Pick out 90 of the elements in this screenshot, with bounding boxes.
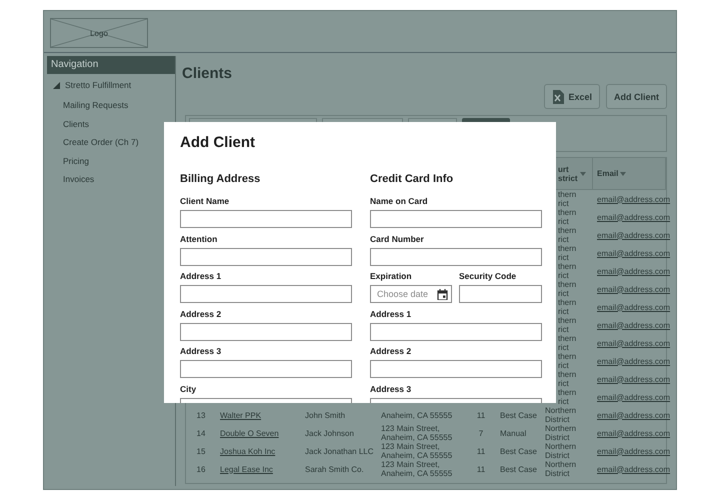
table-cell-text: Northern District [545,442,578,460]
email-link[interactable]: email@address.com [597,266,670,276]
table-cell-text: Northern District [545,460,578,478]
email-link[interactable]: email@address.com [597,230,670,240]
email-link[interactable]: email@address.com [597,410,670,420]
table-cell: Best Case [500,446,537,456]
email-link[interactable]: email@address.com [597,374,670,384]
nav-header: Navigation [47,56,175,74]
table-cell: Manual [500,428,526,438]
email-link[interactable]: email@address.com [597,446,670,456]
page-title: Clients [182,65,232,82]
field-label: Address 2 [370,346,412,356]
table-cell: John Smith [305,410,346,420]
client-link[interactable]: Legal Ease Inc [220,464,273,474]
input-field[interactable] [180,360,352,378]
client-link[interactable]: Joshua Koh Inc [220,446,276,456]
email-link[interactable]: email@address.com [597,320,670,330]
field-label: Address 1 [180,271,222,281]
field-label: City [180,384,196,394]
input-field[interactable] [370,248,542,266]
email-link[interactable]: email@address.com [597,302,670,312]
table-cell: Jack Jonathan LLC [305,446,374,456]
email-link[interactable]: email@address.com [597,212,670,222]
caret-icon [620,172,626,176]
table-cell: Anaheim, CA 55555 [381,410,452,420]
table-cell: 11 [476,464,486,474]
input-field[interactable] [459,285,542,303]
logo-text: Logo [90,28,108,38]
email-link[interactable]: email@address.com [597,248,670,258]
nav-item[interactable]: Invoices [47,170,94,188]
table-cell: 7 [478,428,484,438]
add-button[interactable]: Add Client [606,84,667,109]
table-cell: 11 [476,446,486,456]
section-heading: Credit Card Info [370,173,454,185]
input-field[interactable] [180,285,352,303]
field-label: Name on Card [370,196,428,206]
input-field[interactable] [180,322,352,340]
table-cell: 16 [196,464,206,474]
table-cell: Sarah Smith Co. [305,464,364,474]
dialog-title: Add Client [180,134,255,151]
section-heading: Billing Address [180,173,260,185]
table-cell: Best Case [500,464,537,474]
nav-item[interactable]: Clients [47,114,89,133]
nav-item[interactable]: Pricing [47,152,89,170]
input-field[interactable] [370,210,542,228]
collapse-icon [53,82,60,88]
field-label: Address 1 [370,308,412,318]
table-cell: 11 [476,410,486,420]
nav-group-label: Stretto Fulfillment [65,80,132,90]
email-link[interactable]: email@address.com [597,428,670,438]
table-cell: thern rict [558,388,576,406]
table-cell-text: 123 Main Street, Anaheim, CA 55555 [381,424,454,442]
table-cell: 13 [196,410,206,420]
export-button[interactable]: Excel [544,84,600,109]
field-label: Address 2 [180,308,222,318]
field-label: Security Code [459,271,516,281]
caret-icon [580,172,586,176]
email-link[interactable]: email@address.com [597,338,670,348]
field-label: Expiration [370,271,412,281]
input-field[interactable] [370,360,542,378]
nav-item[interactable]: Create Order (Ch 7) [47,133,139,152]
input-field[interactable] [370,322,542,340]
column-header[interactable]: Email [593,169,626,178]
table-cell: 15 [196,446,206,456]
field-label: Client Name [180,196,230,206]
field-label: Address 3 [180,346,222,356]
field-label: Card Number [370,234,424,244]
email-link[interactable]: email@address.com [597,194,670,204]
input-field[interactable] [180,248,352,266]
table-cell-text: 123 Main Street, Anaheim, CA 55555 [381,442,454,460]
table-cell-text: Northern District [545,406,578,424]
table-cell-text: 123 Main Street, Anaheim, CA 55555 [381,460,454,478]
email-link[interactable]: email@address.com [597,464,670,474]
table-cell: 14 [196,428,206,438]
spreadsheet-icon [552,90,564,104]
email-link[interactable]: email@address.com [597,356,670,366]
table-cell: Jack Johnson [305,428,354,438]
nav-group[interactable]: Stretto Fulfillment [47,74,175,96]
table-cell-text: Northern District [545,424,578,442]
field-label: Address 3 [370,384,412,394]
client-link[interactable]: Double O Seven [220,428,279,438]
email-link[interactable]: email@address.com [597,392,670,402]
field-label: Attention [180,234,218,244]
calendar-icon[interactable] [437,288,448,300]
email-link[interactable]: email@address.com [597,284,670,294]
date-field[interactable]: Choose date [370,285,452,303]
input-field[interactable] [180,210,352,228]
table-cell: Best Case [500,410,537,420]
client-link[interactable]: Walter PPK [220,410,262,420]
nav-item[interactable]: Mailing Requests [47,96,128,114]
